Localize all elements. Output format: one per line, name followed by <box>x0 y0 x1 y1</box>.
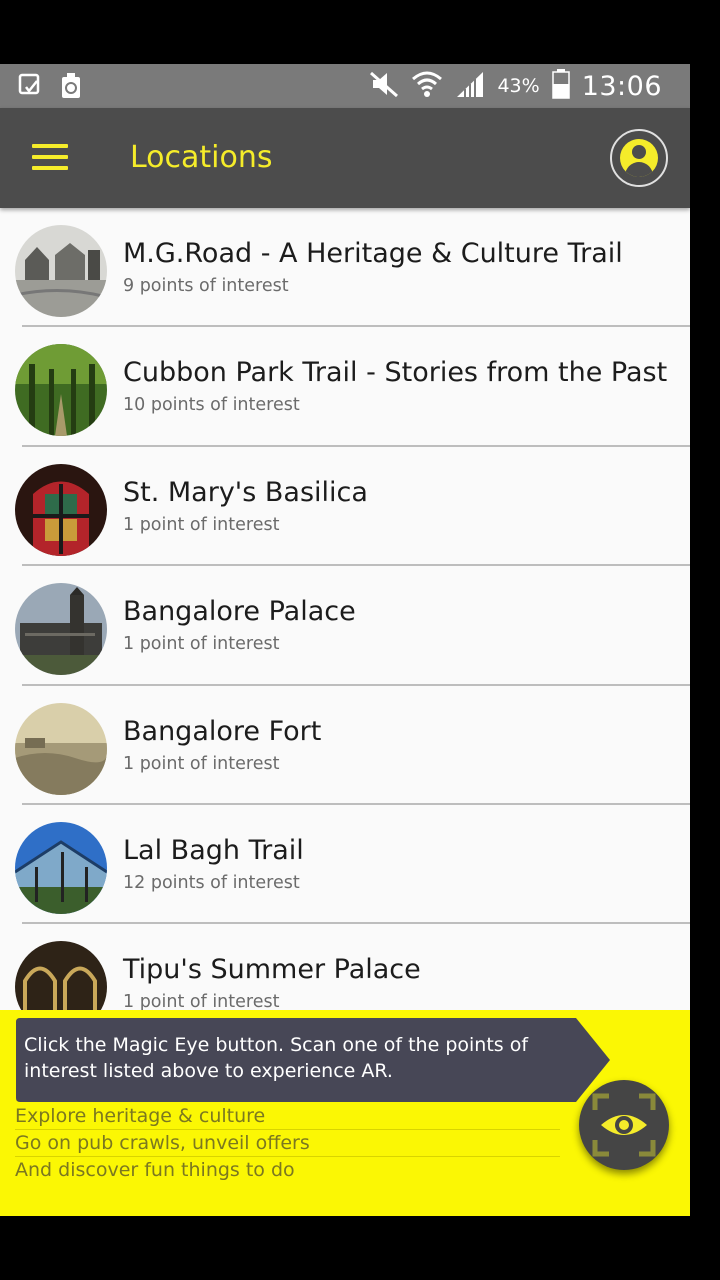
clock: 13:06 <box>581 70 662 102</box>
magic-eye-button[interactable] <box>579 1080 669 1170</box>
location-title: Cubbon Park Trail - Stories from the Pas… <box>123 357 668 389</box>
tip-text: Click the Magic Eye button. Scan one of … <box>24 1034 529 1082</box>
promo-line: Go on pub crawls, unveil offers <box>15 1132 310 1154</box>
user-profile-icon[interactable] <box>610 129 668 187</box>
tip-bubble: Click the Magic Eye button. Scan one of … <box>16 1018 610 1102</box>
list-item[interactable]: Bangalore Fort 1 point of interest <box>0 686 690 805</box>
location-subtitle: 12 points of interest <box>123 872 300 893</box>
hamburger-menu-icon[interactable] <box>32 144 68 172</box>
list-item[interactable]: Bangalore Palace 1 point of interest <box>0 566 690 686</box>
location-thumbnail <box>15 702 107 795</box>
location-thumbnail <box>15 583 107 676</box>
locations-list: M.G.Road - A Heritage & Culture Trail 9 … <box>0 208 690 1044</box>
eye-icon <box>592 1093 656 1157</box>
page-title: Locations <box>130 140 273 175</box>
battery-percent: 43% <box>497 75 540 97</box>
location-subtitle: 1 point of interest <box>123 634 280 655</box>
mute-icon <box>369 70 399 102</box>
location-title: Bangalore Fort <box>123 715 322 747</box>
promo-line: Explore heritage & culture <box>15 1105 266 1127</box>
location-thumbnail <box>15 463 107 556</box>
status-bar: 43% 13:06 <box>0 64 690 108</box>
location-subtitle: 1 point of interest <box>123 753 280 774</box>
location-title: M.G.Road - A Heritage & Culture Trail <box>123 238 623 269</box>
location-subtitle: 10 points of interest <box>123 395 300 416</box>
promo-line: And discover fun things to do <box>15 1159 295 1181</box>
wifi-icon <box>411 70 443 102</box>
battery-icon <box>551 69 570 103</box>
location-title: Bangalore Palace <box>123 596 356 628</box>
list-item[interactable]: St. Mary's Basilica 1 point of interest <box>0 447 690 567</box>
list-item[interactable]: M.G.Road - A Heritage & Culture Trail 9 … <box>0 208 690 328</box>
divider <box>15 1156 560 1157</box>
location-title: Lal Bagh Trail <box>123 834 304 866</box>
location-thumbnail <box>15 821 107 914</box>
signal-icon <box>455 70 485 102</box>
divider <box>15 1129 560 1130</box>
location-title: Tipu's Summer Palace <box>123 954 421 986</box>
recycle-icon <box>60 73 82 103</box>
app-screen: 43% 13:06 Locations M.G.Road - A Heritag… <box>0 64 690 1216</box>
location-subtitle: 9 points of interest <box>123 276 289 296</box>
bottom-panel: Click the Magic Eye button. Scan one of … <box>0 1010 690 1216</box>
list-item[interactable]: Cubbon Park Trail - Stories from the Pas… <box>0 327 690 447</box>
notification-icon <box>18 73 42 103</box>
location-title: St. Mary's Basilica <box>123 476 368 508</box>
location-thumbnail <box>15 225 107 317</box>
app-bar: Locations <box>0 108 690 208</box>
location-subtitle: 1 point of interest <box>123 514 280 535</box>
location-thumbnail <box>15 344 107 437</box>
list-item[interactable]: Lal Bagh Trail 12 points of interest <box>0 805 690 925</box>
